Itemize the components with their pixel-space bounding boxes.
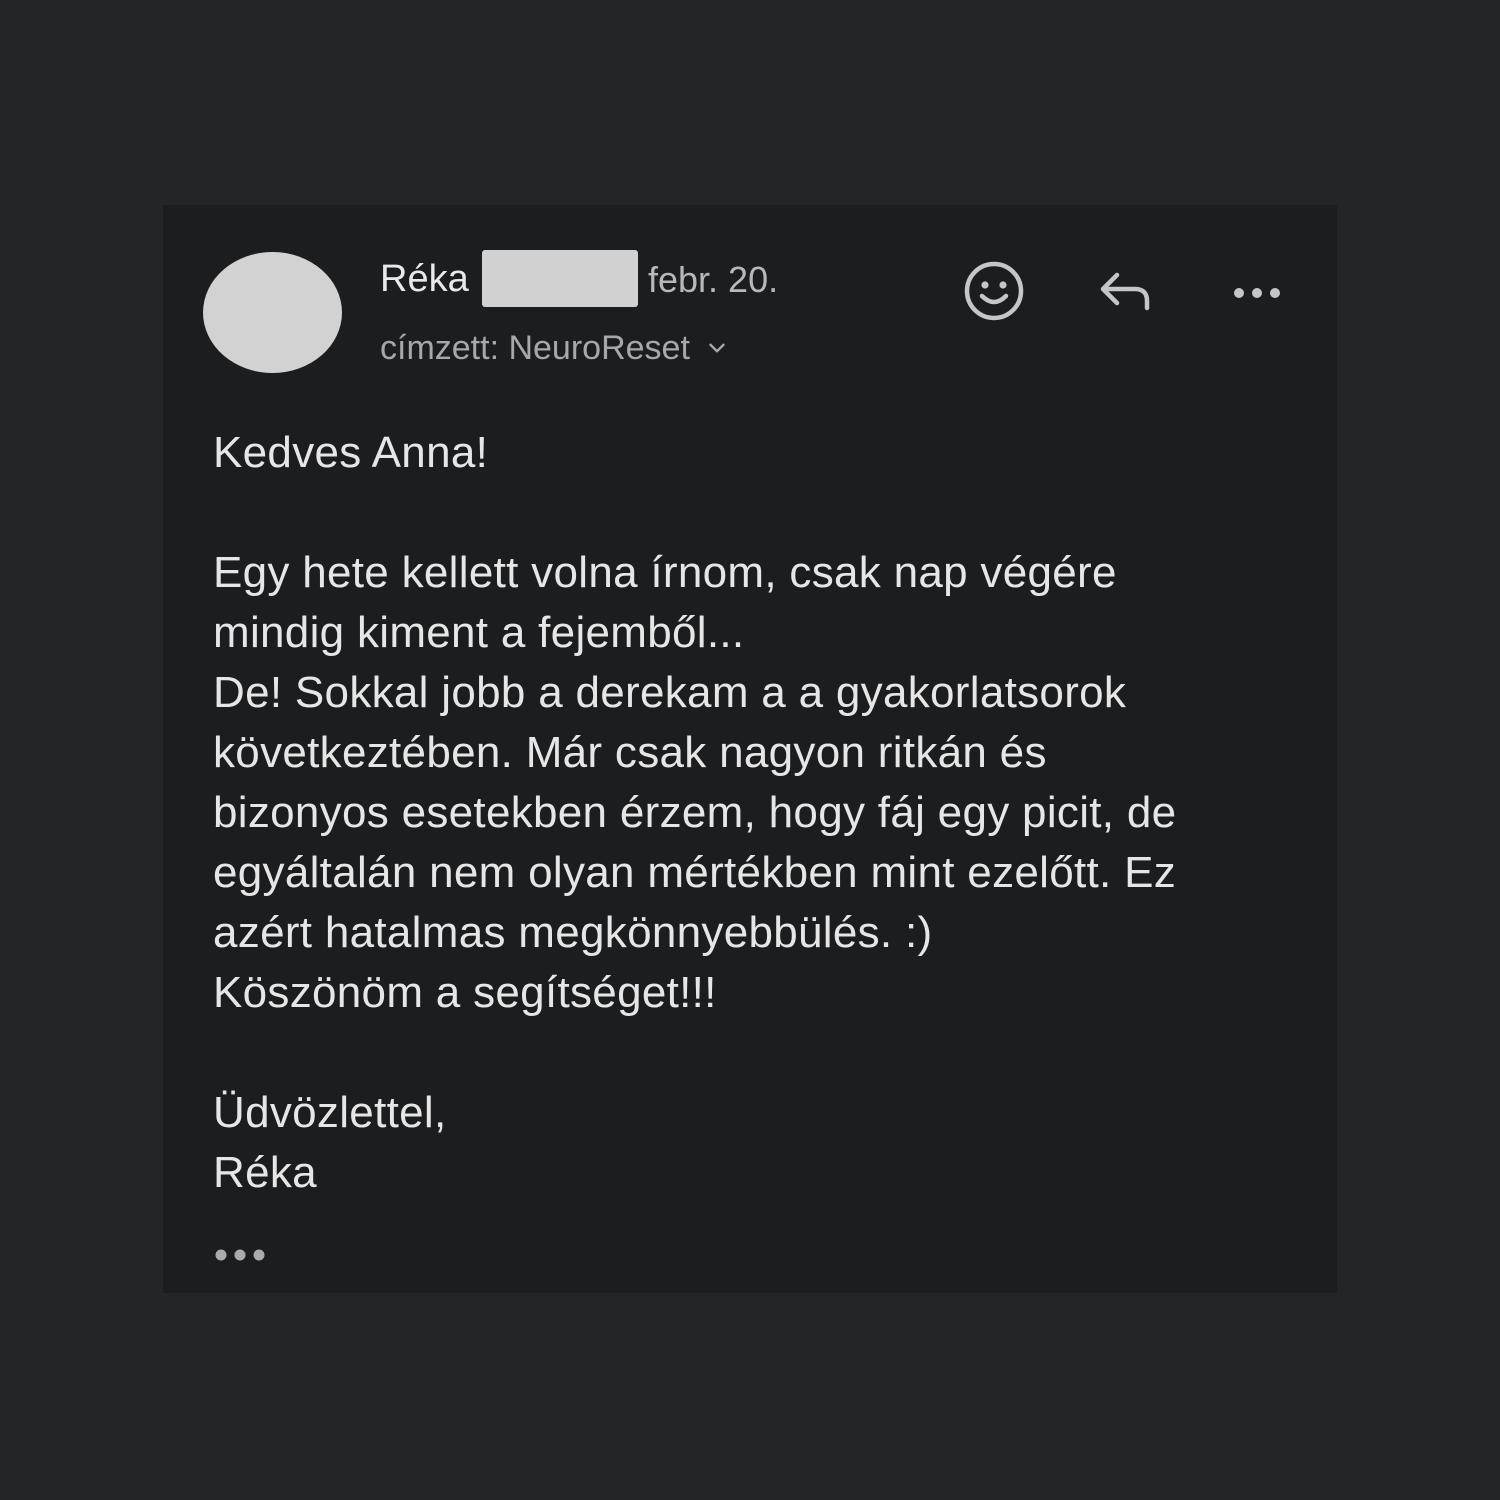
body-line: azért hatalmas megkönnyebbülés. :) xyxy=(213,908,933,957)
reaction-button[interactable] xyxy=(958,255,1030,327)
more-horizontal-icon xyxy=(1234,288,1280,298)
email-card: Réka febr. 20. címzett: NeuroReset Kedve… xyxy=(163,205,1337,1293)
body-line: egyáltalán nem olyan mértékben mint ezel… xyxy=(213,848,1177,897)
recipient-toggle[interactable]: címzett: NeuroReset xyxy=(380,327,730,369)
body-line: bizonyos esetekben érzem, hogy fáj egy p… xyxy=(213,788,1177,837)
expand-quoted-icon xyxy=(215,1249,265,1261)
more-options-button[interactable] xyxy=(1221,255,1293,327)
reply-button[interactable] xyxy=(1089,255,1161,327)
reply-icon xyxy=(1100,272,1150,311)
recipient-label: címzett: NeuroReset xyxy=(380,329,690,367)
avatar[interactable] xyxy=(203,252,342,373)
signature: Réka xyxy=(213,1148,317,1197)
email-date: febr. 20. xyxy=(648,259,779,300)
chevron-down-icon xyxy=(709,343,725,353)
redacted-surname xyxy=(482,250,638,307)
email-body: Kedves Anna! Egy hete kellett volna írno… xyxy=(213,423,1313,1203)
body-line: mindig kiment a fejemből... xyxy=(213,608,745,657)
show-trimmed-content-button[interactable] xyxy=(213,1235,273,1275)
body-line: De! Sokkal jobb a derekam a a gyakorlats… xyxy=(213,668,1127,717)
body-line: következtében. Már csak nagyon ritkán és xyxy=(213,728,1047,777)
body-line: Egy hete kellett volna írnom, csak nap v… xyxy=(213,548,1117,597)
emoji-smile-icon xyxy=(964,261,1024,321)
sender-name[interactable]: Réka xyxy=(380,257,469,301)
body-line: Köszönöm a segítséget!!! xyxy=(213,968,717,1017)
greeting: Kedves Anna! xyxy=(213,428,489,477)
closing: Üdvözlettel, xyxy=(213,1088,447,1137)
